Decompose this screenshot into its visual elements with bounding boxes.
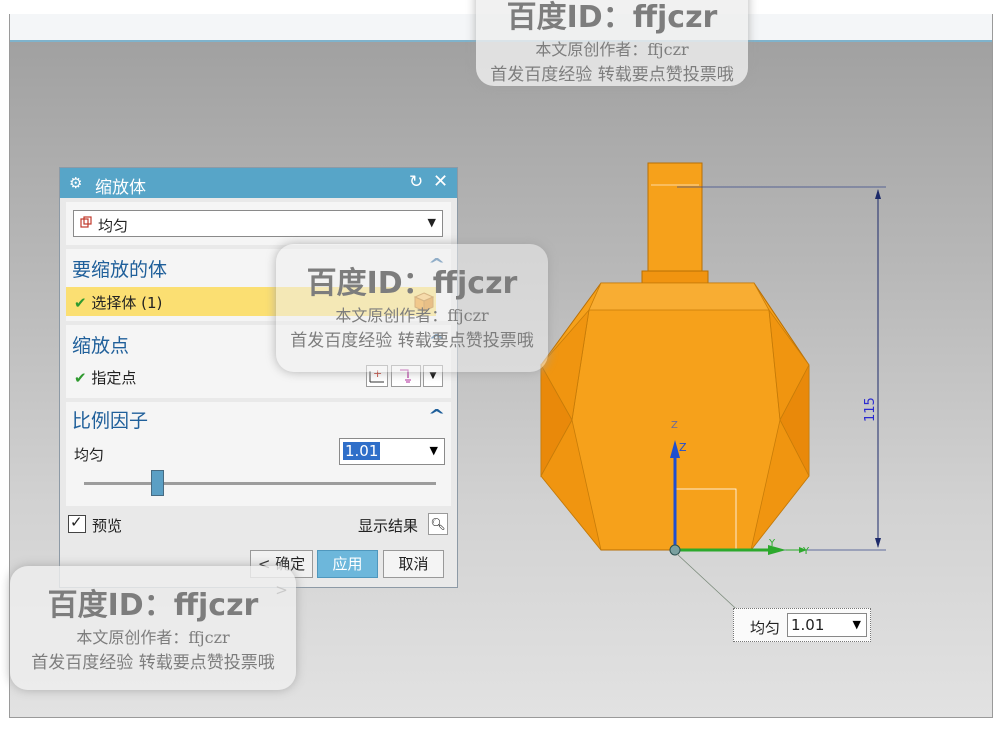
preview-label: 预览 bbox=[92, 517, 123, 535]
type-dropdown[interactable]: 均匀 ▼ bbox=[73, 210, 443, 237]
scale-type-icon bbox=[80, 216, 92, 228]
preview-row: 预览 显示结果 🔍︎ bbox=[68, 513, 451, 539]
collapse-icon[interactable]: ^ bbox=[428, 406, 445, 425]
reset-icon[interactable]: ↻ bbox=[409, 172, 423, 192]
dialog-title: 缩放体 bbox=[95, 178, 146, 198]
specify-point-label: 指定点 bbox=[91, 369, 137, 387]
watermark: 百度ID：ffjczr 本文原创作者：ffjczr 首发百度经验 转载要点赞投票… bbox=[276, 244, 548, 372]
show-result-label: 显示结果 bbox=[358, 517, 419, 535]
scale-slider-thumb[interactable] bbox=[151, 470, 165, 496]
check-icon: ✔ bbox=[74, 294, 87, 312]
watermark: 百度ID：ffjczr 本文原创作者：ffjczr 首发百度经验 转载要点赞投票… bbox=[476, 0, 748, 86]
onscreen-input-value: 1.01 bbox=[791, 616, 825, 634]
svg-text:Y: Y bbox=[768, 538, 776, 549]
type-value: 均匀 bbox=[98, 217, 129, 235]
point-section-title[interactable]: 缩放点 bbox=[72, 331, 129, 358]
svg-text:Z: Z bbox=[679, 441, 687, 454]
svg-text:Y: Y bbox=[802, 546, 810, 557]
select-body-label: 选择体 (1) bbox=[91, 294, 163, 312]
onscreen-input: 均匀 1.01 ▼ bbox=[733, 608, 871, 642]
model-neck bbox=[647, 162, 703, 274]
body-section-title[interactable]: 要缩放的体 bbox=[72, 255, 167, 282]
cancel-button[interactable]: 取消 bbox=[383, 550, 444, 578]
chevron-down-icon: ▼ bbox=[852, 618, 861, 631]
preview-checkbox[interactable] bbox=[68, 513, 86, 533]
scale-factor-section: 比例因子 ^ 均匀 1.01 ▼ bbox=[66, 402, 451, 506]
onscreen-input-label: 均匀 bbox=[750, 619, 781, 637]
scale-factor-input[interactable]: 1.01 ▼ bbox=[339, 438, 445, 465]
dimension-label: 115 bbox=[863, 397, 878, 422]
type-panel: 均匀 ▼ bbox=[66, 202, 451, 245]
chevron-down-icon: ▼ bbox=[429, 444, 438, 457]
gear-icon[interactable]: ⚙ bbox=[69, 174, 82, 192]
check-icon: ✔ bbox=[74, 369, 87, 387]
model-collar bbox=[641, 270, 709, 285]
uniform-label: 均匀 bbox=[74, 446, 105, 464]
magnifier-icon[interactable]: 🔍︎ bbox=[428, 513, 448, 535]
scale-factor-title[interactable]: 比例因子 bbox=[72, 406, 148, 433]
chevron-down-icon: ▼ bbox=[427, 216, 436, 229]
watermark: 百度ID：ffjczr 本文原创作者：ffjczr 首发百度经验 转载要点赞投票… bbox=[10, 566, 296, 690]
onscreen-input-field[interactable]: 1.01 ▼ bbox=[787, 613, 867, 637]
scale-factor-value: 1.01 bbox=[343, 442, 381, 460]
apply-button[interactable]: 应用 bbox=[317, 550, 378, 578]
origin-point bbox=[669, 544, 681, 556]
close-icon[interactable]: ✕ bbox=[433, 171, 448, 192]
dialog-title-bar: ⚙ 缩放体 ↻ ✕ bbox=[60, 168, 457, 198]
svg-text:Z: Z bbox=[671, 420, 678, 431]
scale-body-dialog: ⚙ 缩放体 ↻ ✕ 均匀 ▼ 要缩放的体 ^ ✔ 选择体 (1) 缩放点 ^ bbox=[59, 167, 458, 599]
scale-slider-track[interactable] bbox=[84, 482, 436, 485]
